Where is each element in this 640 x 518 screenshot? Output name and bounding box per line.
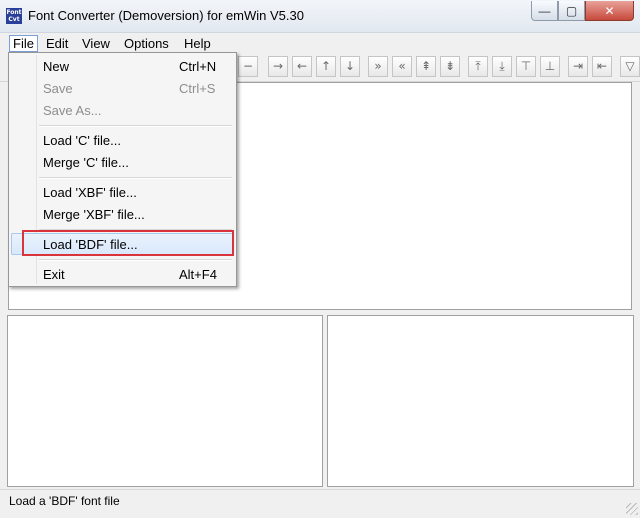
arrow-up-icon: ↑	[320, 59, 332, 73]
menu-options[interactable]: Options	[121, 35, 172, 52]
arrow-right-icon: →	[272, 59, 284, 73]
double-left-button[interactable]: «	[392, 56, 412, 77]
arrow-left-icon: ←	[296, 59, 308, 73]
double-right-button[interactable]: »	[368, 56, 388, 77]
arrow-up-bar-button[interactable]: ⤒	[468, 56, 488, 77]
menu-item-new-label: New	[43, 59, 70, 74]
double-down-button[interactable]: ⇟	[440, 56, 460, 77]
arrow-left-bar-icon: ⇤	[596, 59, 608, 73]
menu-bar: File Edit View Options Help	[0, 33, 640, 53]
minus-icon: −	[242, 59, 254, 73]
menu-item-exit[interactable]: Exit Alt+F4	[11, 263, 234, 285]
double-up-button[interactable]: ⇞	[416, 56, 436, 77]
arrow-right-bar-button[interactable]: ⇥	[568, 56, 588, 77]
arrow-down-icon: ↓	[344, 59, 356, 73]
arrow-up-bar-icon: ⤒	[475, 59, 481, 73]
menu-item-save: Save Ctrl+S	[11, 77, 234, 99]
status-text: Load a 'BDF' font file	[9, 494, 120, 508]
app-icon: Font Cvt	[6, 8, 22, 24]
double-up-icon: ⇞	[420, 59, 432, 73]
menu-edit[interactable]: Edit	[43, 35, 71, 52]
arrow-down-button[interactable]: ↓	[340, 56, 360, 77]
menu-separator	[39, 259, 232, 261]
menu-item-merge-c[interactable]: Merge 'C' file...	[11, 151, 234, 173]
arrow-down-bar-button[interactable]: ⤓	[492, 56, 512, 77]
menu-item-load-xbf-label: Load 'XBF' file...	[43, 185, 137, 200]
menu-item-load-c[interactable]: Load 'C' file...	[11, 129, 234, 151]
menu-item-merge-c-label: Merge 'C' file...	[43, 155, 129, 170]
menu-item-merge-xbf[interactable]: Merge 'XBF' file...	[11, 203, 234, 225]
title-bar[interactable]: Font Cvt Font Converter (Demoversion) fo…	[0, 0, 640, 33]
menu-separator	[39, 125, 232, 127]
maximize-button[interactable]: ▢	[558, 1, 585, 21]
double-down-icon: ⇟	[444, 59, 456, 73]
menu-item-new[interactable]: New Ctrl+N	[11, 55, 234, 77]
resize-grip-icon[interactable]	[626, 503, 638, 515]
arrow-up-button[interactable]: ↑	[316, 56, 336, 77]
annotation-highlight-box	[22, 230, 234, 256]
menu-item-exit-shortcut: Alt+F4	[179, 267, 217, 282]
maximize-icon: ▢	[565, 3, 578, 18]
menu-item-load-c-label: Load 'C' file...	[43, 133, 121, 148]
close-icon: ✕	[604, 3, 615, 18]
menu-item-save-as-label: Save As...	[43, 103, 102, 118]
arrow-down-bar-icon: ⤓	[499, 59, 505, 73]
arrow-right-bar-icon: ⇥	[572, 59, 584, 73]
bar-down-button[interactable]: ⊤	[516, 56, 536, 77]
menu-file[interactable]: File	[9, 35, 38, 52]
menu-item-merge-xbf-label: Merge 'XBF' file...	[43, 207, 145, 222]
minimize-icon: —	[538, 3, 551, 18]
arrow-left-bar-button[interactable]: ⇤	[592, 56, 612, 77]
arrow-right-button[interactable]: →	[268, 56, 288, 77]
minimize-button[interactable]: —	[531, 1, 558, 21]
menu-separator	[39, 177, 232, 179]
double-right-icon: »	[374, 59, 382, 73]
minus-button[interactable]: −	[238, 56, 258, 77]
menu-help[interactable]: Help	[181, 35, 214, 52]
window-title: Font Converter (Demoversion) for emWin V…	[28, 8, 304, 23]
menu-view[interactable]: View	[79, 35, 113, 52]
close-button[interactable]: ✕	[585, 1, 634, 21]
bar-up-icon: ⊥	[544, 59, 556, 73]
menu-item-save-as: Save As...	[11, 99, 234, 121]
arrow-left-button[interactable]: ←	[292, 56, 312, 77]
character-edit-pane[interactable]	[327, 315, 634, 487]
menu-item-load-xbf[interactable]: Load 'XBF' file...	[11, 181, 234, 203]
bar-down-icon: ⊤	[520, 59, 532, 73]
menu-item-save-label: Save	[43, 81, 73, 96]
status-bar: Load a 'BDF' font file	[0, 489, 640, 518]
bar-up-button[interactable]: ⊥	[540, 56, 560, 77]
menu-item-new-shortcut: Ctrl+N	[179, 59, 217, 74]
filter-button[interactable]: ▽	[620, 56, 640, 77]
double-left-icon: «	[398, 59, 406, 73]
app-window: Font Cvt Font Converter (Demoversion) fo…	[0, 0, 640, 518]
menu-item-exit-label: Exit	[43, 267, 65, 282]
menu-item-save-shortcut: Ctrl+S	[179, 81, 216, 96]
character-list-pane[interactable]	[7, 315, 323, 487]
filter-icon: ▽	[625, 59, 635, 73]
